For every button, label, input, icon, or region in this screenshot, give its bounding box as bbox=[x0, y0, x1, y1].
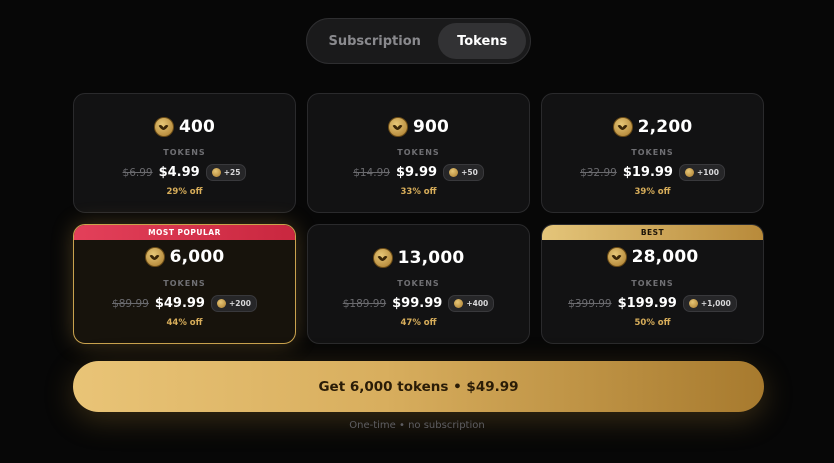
bonus-coin-icon bbox=[216, 299, 226, 308]
tokens-label: TOKENS bbox=[631, 148, 674, 157]
discount-label: 47% off bbox=[400, 318, 437, 328]
bonus-amount: +50 bbox=[461, 168, 478, 177]
sale-price: $49.99 bbox=[154, 296, 205, 311]
discount-label: 44% off bbox=[166, 318, 203, 328]
coin-icon bbox=[606, 247, 627, 267]
buy-tokens-button[interactable]: Get 6,000 tokens • $49.99 bbox=[73, 361, 764, 412]
tokens-label: TOKENS bbox=[631, 279, 674, 288]
bonus-amount: +1,000 bbox=[700, 299, 731, 308]
token-pack-card[interactable]: 400 TOKENS $6.99 $4.99 +25 29% off bbox=[73, 93, 296, 213]
bonus-badge: +1,000 bbox=[682, 295, 737, 312]
bonus-coin-icon bbox=[449, 168, 459, 177]
tab-tokens[interactable]: Tokens bbox=[438, 23, 526, 59]
discount-label: 39% off bbox=[634, 187, 671, 197]
bonus-coin-icon bbox=[211, 168, 221, 177]
token-amount: 28,000 bbox=[631, 247, 699, 267]
coin-icon bbox=[387, 117, 408, 137]
plan-type-toggle: Subscription Tokens bbox=[306, 18, 531, 64]
sale-price: $199.99 bbox=[617, 296, 677, 311]
bonus-badge: +100 bbox=[678, 164, 725, 181]
token-pack-card[interactable]: BEST 28,000 TOKENS $399.99 $199.99 +1,00… bbox=[541, 224, 764, 344]
discount-label: 29% off bbox=[166, 187, 203, 197]
discount-label: 33% off bbox=[400, 187, 437, 197]
sale-price: $99.99 bbox=[392, 296, 443, 311]
discount-label: 50% off bbox=[634, 318, 671, 328]
original-price: $14.99 bbox=[353, 166, 390, 179]
token-pack-card-selected[interactable]: MOST POPULAR 6,000 TOKENS $89.99 $49.99 … bbox=[73, 224, 296, 344]
token-amount: 2,200 bbox=[637, 117, 693, 137]
sale-price: $19.99 bbox=[622, 165, 673, 180]
original-price: $89.99 bbox=[112, 297, 149, 310]
bonus-badge: +50 bbox=[443, 164, 484, 181]
coin-icon bbox=[612, 117, 633, 137]
token-pack-card[interactable]: 13,000 TOKENS $189.99 $99.99 +400 47% of… bbox=[307, 224, 530, 344]
token-pack-card[interactable]: 2,200 TOKENS $32.99 $19.99 +100 39% off bbox=[541, 93, 764, 213]
bonus-badge: +400 bbox=[448, 295, 495, 312]
original-price: $399.99 bbox=[568, 297, 612, 310]
original-price: $189.99 bbox=[342, 297, 387, 310]
most-popular-ribbon: MOST POPULAR bbox=[74, 225, 295, 240]
coin-icon bbox=[372, 248, 393, 268]
purchase-note: One-time • no subscription bbox=[349, 420, 485, 431]
bonus-coin-icon bbox=[454, 299, 464, 308]
coin-icon bbox=[153, 117, 174, 137]
bonus-amount: +400 bbox=[466, 299, 489, 308]
token-amount: 6,000 bbox=[169, 247, 225, 267]
tokens-label: TOKENS bbox=[397, 279, 440, 288]
tokens-label: TOKENS bbox=[163, 279, 206, 288]
bonus-amount: +100 bbox=[696, 168, 719, 177]
bonus-badge: +200 bbox=[210, 295, 257, 312]
sale-price: $4.99 bbox=[158, 165, 200, 180]
token-pack-card[interactable]: 900 TOKENS $14.99 $9.99 +50 33% off bbox=[307, 93, 530, 213]
token-amount: 400 bbox=[178, 117, 216, 137]
bonus-coin-icon bbox=[684, 168, 694, 177]
tokens-label: TOKENS bbox=[163, 148, 206, 157]
best-ribbon: BEST bbox=[542, 225, 763, 240]
bonus-amount: +200 bbox=[228, 299, 251, 308]
tokens-label: TOKENS bbox=[397, 148, 440, 157]
original-price: $32.99 bbox=[580, 166, 617, 179]
original-price: $6.99 bbox=[122, 166, 153, 179]
bonus-coin-icon bbox=[688, 299, 698, 308]
token-amount: 900 bbox=[412, 117, 450, 137]
token-amount: 13,000 bbox=[397, 248, 465, 268]
bonus-amount: +25 bbox=[223, 168, 241, 177]
coin-icon bbox=[144, 247, 165, 267]
sale-price: $9.99 bbox=[395, 165, 438, 180]
tab-subscription[interactable]: Subscription bbox=[311, 23, 438, 59]
bonus-badge: +25 bbox=[205, 164, 247, 181]
